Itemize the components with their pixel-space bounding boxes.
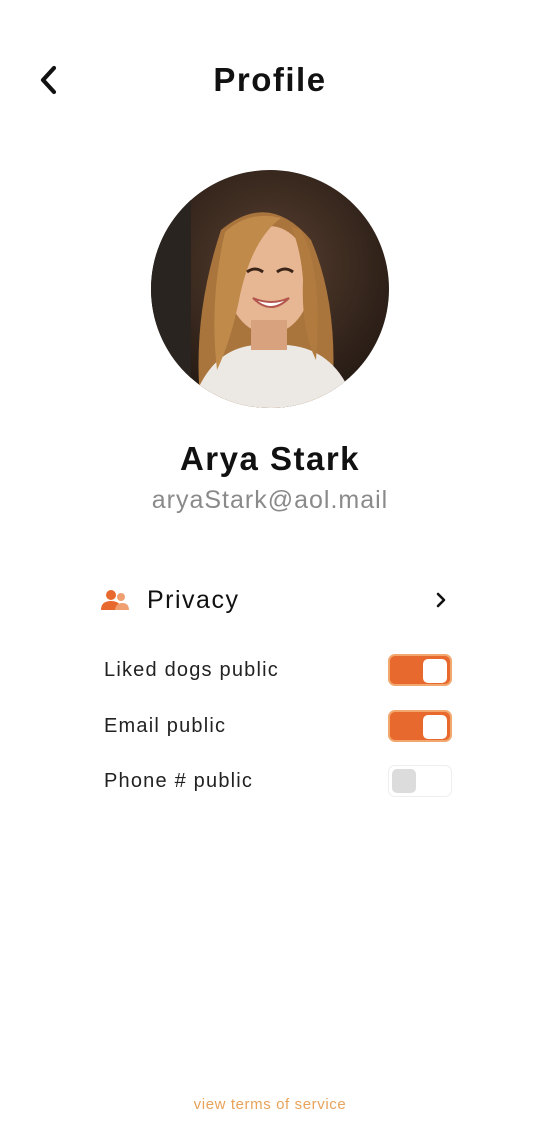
setting-label: Email public: [104, 714, 227, 737]
setting-row-email: Email public: [104, 709, 454, 743]
page-title: Profile: [213, 61, 327, 98]
email-public-toggle[interactable]: [388, 710, 452, 742]
setting-row-liked-dogs: Liked dogs public: [104, 653, 454, 687]
privacy-label: Privacy: [147, 585, 240, 614]
phone-public-toggle[interactable]: [388, 765, 452, 797]
liked-dogs-public-toggle[interactable]: [388, 654, 452, 686]
privacy-menu-item[interactable]: Privacy: [100, 578, 456, 622]
terms-of-service-link[interactable]: view terms of service: [0, 1096, 540, 1113]
user-name: Arya Stark: [179, 440, 361, 477]
setting-label: Liked dogs public: [104, 658, 279, 681]
toggle-knob: [392, 769, 416, 793]
profile-photo: [151, 170, 389, 408]
setting-row-phone: Phone # public: [104, 764, 454, 798]
users-icon: [100, 583, 134, 617]
chevron-right-icon: [434, 590, 448, 610]
toggle-knob: [423, 659, 447, 683]
app-header: Profile: [0, 0, 540, 160]
toggle-knob: [423, 715, 447, 739]
setting-label: Phone # public: [104, 769, 254, 792]
avatar: [151, 170, 389, 408]
user-email: aryaStark@aol.mail: [151, 486, 389, 514]
